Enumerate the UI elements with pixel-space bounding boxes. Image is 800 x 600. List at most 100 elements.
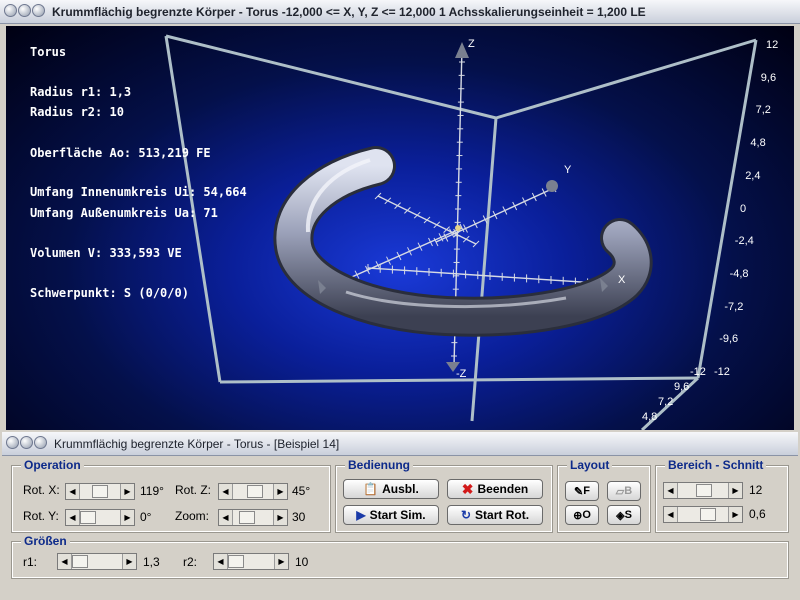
slider-thumb[interactable] — [696, 484, 712, 497]
schnitt-value: 0,6 — [749, 507, 766, 521]
r1-value: 1,3 — [143, 555, 160, 569]
pen-icon: ✎ — [574, 485, 584, 498]
r2-slider[interactable]: ◀ ▶ — [213, 553, 289, 570]
window-button-icon[interactable] — [4, 4, 17, 17]
info-surface: Oberfläche Ao: 513,219 FE — [30, 146, 211, 160]
rot-x-slider[interactable]: ◀ ▶ — [65, 483, 135, 500]
sub-window-title: Krummflächig begrenzte Körper - Torus - … — [54, 437, 340, 451]
axis-tick — [404, 207, 411, 214]
schnitt-slider[interactable]: ◀ ▶ — [663, 506, 743, 523]
start-sim-label: Start Sim. — [369, 508, 426, 522]
window-button-icon[interactable] — [18, 4, 31, 17]
axis-tick — [374, 192, 382, 200]
axis-tick — [472, 240, 480, 248]
group-groessen: Größen r1: ◀ ▶ 1,3 r2: ◀ ▶ 10 — [11, 534, 789, 579]
arrow-right-icon[interactable]: ▶ — [273, 510, 287, 525]
arrow-left-icon[interactable]: ◀ — [219, 484, 233, 499]
slider-thumb[interactable] — [228, 555, 244, 568]
axis-tick — [413, 211, 421, 219]
clipboard-icon: 📋 — [363, 482, 379, 496]
scale-bottom-label: 4,8 — [642, 411, 658, 423]
bereich-slider[interactable]: ◀ ▶ — [663, 482, 743, 499]
scale-right-label: 0 — [740, 202, 747, 215]
rot-y-slider[interactable]: ◀ ▶ — [65, 509, 135, 526]
info-name: Torus — [30, 45, 67, 59]
slider-thumb[interactable] — [80, 511, 96, 524]
group-title: Größen — [21, 534, 70, 548]
r1-label: r1: — [23, 555, 38, 569]
layout-s-label: S — [624, 509, 632, 521]
group-layout: Layout ✎ F ▱ B ⊕ O ◈ S — [557, 458, 651, 533]
scale-right-label: -7,2 — [724, 300, 744, 313]
bereich-value: 12 — [749, 483, 763, 497]
scale-right-label: 9,6 — [760, 71, 777, 84]
info-radius-r2: Radius r2: 10 — [30, 105, 124, 119]
arrow-right-icon[interactable]: ▶ — [120, 510, 134, 525]
slider-thumb[interactable] — [247, 485, 263, 498]
window-button-icon[interactable] — [34, 436, 47, 449]
slider-thumb[interactable] — [239, 511, 255, 524]
rotate-icon: ↻ — [460, 508, 472, 522]
render-viewport[interactable]: Torus Radius r1: 1,3 Radius r2: 10 Oberf… — [6, 26, 794, 430]
target-icon: ⊕ — [573, 509, 583, 522]
scale-bottom-label: 7,2 — [658, 396, 674, 408]
arrow-left-icon[interactable]: ◀ — [664, 483, 678, 498]
window-button-icon[interactable] — [32, 4, 45, 17]
red-x-icon: ✖ — [461, 480, 474, 497]
arrow-left-icon[interactable]: ◀ — [58, 554, 72, 569]
scale-right-label: -9,6 — [719, 333, 739, 346]
main-window-titlebar: Krummflächig begrenzte Körper - Torus -1… — [0, 0, 800, 24]
slider-thumb[interactable] — [72, 555, 88, 568]
beenden-button[interactable]: ✖ Beenden — [447, 479, 543, 499]
window-button-icon[interactable] — [20, 436, 33, 449]
axis-tick — [423, 216, 431, 224]
arrow-left-icon[interactable]: ◀ — [214, 554, 228, 569]
layout-f-button[interactable]: ✎ F — [565, 481, 599, 501]
arrow-right-icon[interactable]: ▶ — [728, 507, 742, 522]
arrow-right-icon[interactable]: ▶ — [120, 484, 134, 499]
scale-right-label: -2,4 — [734, 235, 754, 248]
group-bereich-schnitt: Bereich - Schnitt ◀ ▶ 12 ◀ ▶ 0,6 — [655, 458, 789, 533]
start-sim-button[interactable]: ▶ Start Sim. — [343, 505, 439, 525]
axis-tick — [394, 202, 401, 209]
control-panel: Operation Rot. X: ◀ ▶ 119° Rot. Z: ◀ ▶ 45°… — [6, 456, 794, 598]
rot-z-label: Rot. Z: — [175, 483, 212, 497]
rot-y-label: Rot. Y: — [23, 509, 59, 523]
axis-label-y: Y — [564, 164, 572, 176]
arrow-right-icon[interactable]: ▶ — [273, 484, 287, 499]
zoom-slider[interactable]: ◀ ▶ — [218, 509, 288, 526]
start-rot-button[interactable]: ↻ Start Rot. — [447, 505, 543, 525]
scale-right-label: 2,4 — [745, 169, 761, 182]
rot-z-slider[interactable]: ◀ ▶ — [218, 483, 288, 500]
group-operation: Operation Rot. X: ◀ ▶ 119° Rot. Z: ◀ ▶ 45°… — [11, 458, 331, 533]
group-title: Bedienung — [345, 458, 413, 472]
arrow-right-icon[interactable]: ▶ — [122, 554, 136, 569]
arrow-right-icon[interactable]: ▶ — [728, 483, 742, 498]
sub-window-titlebar: Krummflächig begrenzte Körper - Torus - … — [2, 432, 798, 456]
arrow-left-icon[interactable]: ◀ — [66, 510, 80, 525]
rot-y-value: 0° — [140, 510, 152, 524]
zoom-label: Zoom: — [175, 509, 210, 523]
slider-thumb[interactable] — [92, 485, 108, 498]
paint-icon: ◈ — [616, 509, 625, 522]
axis-tick — [462, 235, 470, 243]
axis-label-z: Z — [468, 38, 475, 50]
scale-right-label: 12 — [766, 39, 779, 51]
layout-b-button[interactable]: ▱ B — [607, 481, 641, 501]
arrow-left-icon[interactable]: ◀ — [66, 484, 80, 499]
group-title: Bereich - Schnitt — [665, 458, 767, 472]
arrow-left-icon[interactable]: ◀ — [664, 507, 678, 522]
layout-s-button[interactable]: ◈ S — [607, 505, 641, 525]
window-button-icon[interactable] — [6, 436, 19, 449]
slider-thumb[interactable] — [700, 508, 716, 521]
layout-o-label: O — [582, 509, 591, 521]
play-icon: ▶ — [356, 508, 366, 522]
info-outer-circumference: Umfang Außenumkreis Ua: 71 — [30, 206, 218, 220]
r1-slider[interactable]: ◀ ▶ — [57, 553, 137, 570]
arrow-right-icon[interactable]: ▶ — [274, 554, 288, 569]
group-title: Layout — [567, 458, 613, 472]
ausblenden-button[interactable]: 📋 Ausbl. — [343, 479, 439, 499]
arrow-left-icon[interactable]: ◀ — [219, 510, 233, 525]
layout-o-button[interactable]: ⊕ O — [565, 505, 599, 525]
group-bedienung: Bedienung 📋 Ausbl. ✖ Beenden ▶ Start Sim. ↻… — [335, 458, 553, 533]
